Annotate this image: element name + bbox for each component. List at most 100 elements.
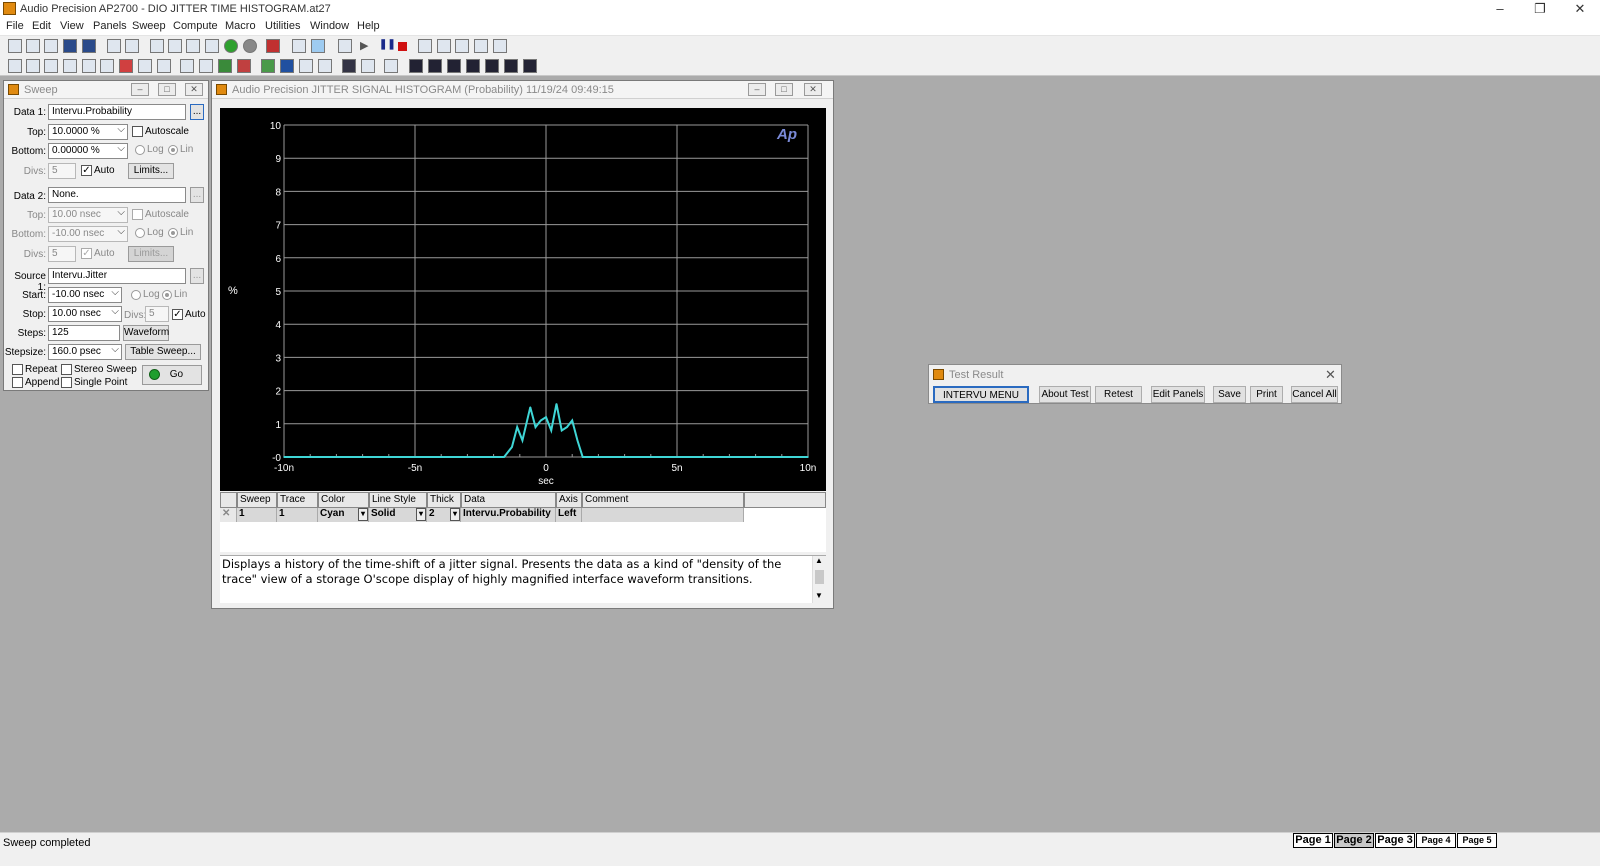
top2-select[interactable]: 10.00 nsec — [48, 207, 128, 223]
divs2-field[interactable]: 5 — [48, 246, 76, 262]
page3-icon[interactable] — [447, 59, 461, 73]
page5-icon[interactable] — [485, 59, 499, 73]
about-test-button[interactable]: About Test — [1039, 386, 1091, 403]
link-icon[interactable] — [292, 39, 306, 53]
source1-browse-button[interactable]: ... — [190, 268, 204, 284]
graph-maximize-icon[interactable]: □ — [775, 83, 793, 96]
step-into-icon[interactable] — [474, 39, 488, 53]
tools-icon[interactable] — [361, 59, 375, 73]
save-icon[interactable] — [63, 39, 77, 53]
start-lin-radio[interactable] — [162, 290, 172, 300]
generator-icon[interactable] — [26, 59, 40, 73]
cell-line-style[interactable]: Solid ▾ — [369, 508, 427, 522]
new-icon[interactable] — [8, 39, 22, 53]
menu-window[interactable]: Window — [310, 20, 349, 32]
digital-icon[interactable] — [63, 59, 77, 73]
table-sweep-button[interactable]: Table Sweep... — [125, 344, 201, 360]
lin2-radio[interactable] — [168, 228, 178, 238]
stop-auto-checkbox[interactable]: ✓ — [172, 309, 183, 320]
menu-utilities[interactable]: Utilities — [265, 20, 300, 32]
page1-icon[interactable] — [409, 59, 423, 73]
cell-color[interactable]: Cyan ▾ — [318, 508, 369, 522]
limits2-button[interactable]: Limits... — [128, 246, 174, 262]
page-tab-5[interactable]: Page 5 — [1457, 833, 1497, 848]
lin1-radio[interactable] — [168, 145, 178, 155]
paste-icon[interactable] — [205, 39, 219, 53]
step-out-icon[interactable] — [493, 39, 507, 53]
page-tab-2[interactable]: Page 2 — [1334, 833, 1374, 848]
cell-sweep[interactable]: 1 — [237, 508, 277, 522]
graph-window-titlebar[interactable]: Audio Precision JITTER SIGNAL HISTOGRAM … — [212, 81, 833, 99]
print-preview-icon[interactable] — [125, 39, 139, 53]
single-point-checkbox[interactable] — [61, 377, 72, 388]
steps-field[interactable]: 125 — [48, 325, 120, 341]
auto1-checkbox[interactable]: ✓ — [81, 165, 92, 176]
cell-data[interactable]: Intervu.Probability — [461, 508, 556, 522]
bottom2-select[interactable]: -10.00 nsec — [48, 226, 128, 242]
divs1-field[interactable]: 5 — [48, 163, 76, 179]
source1-field[interactable]: Intervu.Jitter — [48, 268, 186, 284]
description-box[interactable]: Displays a history of the time-shift of … — [220, 555, 826, 603]
calculator-icon[interactable] — [338, 39, 352, 53]
menu-edit[interactable]: Edit — [32, 20, 51, 32]
go-button[interactable]: Go — [142, 365, 202, 385]
minimize-button[interactable]: – — [1484, 0, 1516, 18]
close-icon[interactable]: ✕ — [185, 83, 203, 96]
graph-close-icon[interactable]: ✕ — [804, 83, 822, 96]
restore-button[interactable]: ❐ — [1524, 0, 1556, 18]
cell-comment[interactable] — [582, 508, 744, 522]
menu-compute[interactable]: Compute — [173, 20, 218, 32]
panel-link-icon[interactable] — [311, 39, 325, 53]
edit-icon[interactable] — [384, 59, 398, 73]
cell-axis[interactable]: Left — [556, 508, 582, 522]
description-scrollbar[interactable]: ▲ ▼ — [812, 556, 826, 603]
stop-icon[interactable] — [398, 42, 407, 51]
tree-icon[interactable] — [218, 59, 232, 73]
auto2-checkbox[interactable]: ✓ — [81, 248, 92, 259]
menu-panels[interactable]: Panels — [93, 20, 127, 32]
log1-radio[interactable] — [135, 145, 145, 155]
arrow-right-icon[interactable] — [261, 59, 275, 73]
limits1-button[interactable]: Limits... — [128, 163, 174, 179]
go-icon[interactable] — [224, 39, 238, 53]
play-icon[interactable]: ▶ — [360, 39, 374, 53]
retest-button[interactable]: Retest — [1095, 386, 1142, 403]
intervu-menu-button[interactable]: INTERVU MENU — [933, 386, 1029, 403]
stereo-sweep-checkbox[interactable] — [61, 364, 72, 375]
sequence-icon[interactable] — [180, 59, 194, 73]
undo-icon[interactable] — [150, 39, 164, 53]
hand-icon[interactable] — [418, 39, 432, 53]
start-log-radio[interactable] — [131, 290, 141, 300]
data2-field[interactable]: None. — [48, 187, 186, 203]
chart-icon[interactable] — [299, 59, 313, 73]
edit-panels-button[interactable]: Edit Panels — [1151, 386, 1205, 403]
data1-browse-button[interactable]: ... — [190, 104, 204, 120]
page-tab-1[interactable]: Page 1 — [1293, 833, 1333, 848]
autoscale1-checkbox[interactable] — [132, 126, 143, 137]
log2-radio[interactable] — [135, 228, 145, 238]
repeat-checkbox[interactable] — [12, 364, 23, 375]
close-button[interactable]: ✕ — [1564, 0, 1596, 18]
maximize-icon[interactable]: □ — [158, 83, 176, 96]
data2-browse-button[interactable]: ... — [190, 187, 204, 203]
copy-icon[interactable] — [186, 39, 200, 53]
meter-icon[interactable] — [138, 59, 152, 73]
page4-icon[interactable] — [466, 59, 480, 73]
dio-icon[interactable] — [82, 59, 96, 73]
people-icon[interactable] — [237, 59, 251, 73]
step-icon[interactable] — [455, 39, 469, 53]
speaker-icon[interactable] — [157, 59, 171, 73]
filter-icon[interactable] — [119, 59, 133, 73]
cell-thick[interactable]: 2 ▾ — [427, 508, 461, 522]
display-icon[interactable] — [342, 59, 356, 73]
dsp-icon[interactable] — [100, 59, 114, 73]
print-icon[interactable] — [107, 39, 121, 53]
cell-trace[interactable]: 1 — [277, 508, 318, 522]
glasses-icon[interactable] — [437, 39, 451, 53]
check-icon[interactable] — [199, 59, 213, 73]
menu-help[interactable]: Help — [357, 20, 380, 32]
sweep-panel-titlebar[interactable]: Sweep – □ ✕ — [4, 81, 208, 99]
page2-icon[interactable] — [428, 59, 442, 73]
minimize-icon[interactable]: – — [131, 83, 149, 96]
waveform-button[interactable]: Waveform — [123, 325, 169, 341]
